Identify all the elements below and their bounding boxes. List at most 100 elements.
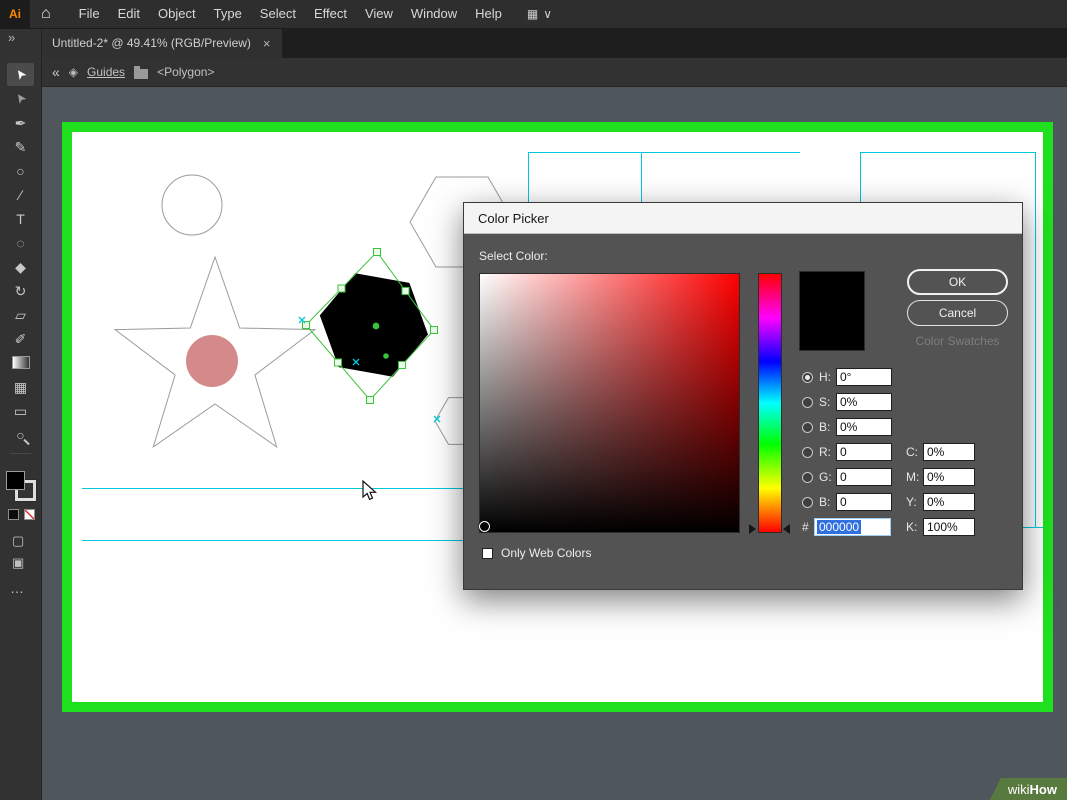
back-arrow-icon[interactable]: «: [52, 64, 60, 80]
radio-s[interactable]: [802, 396, 813, 408]
field-row-s: S:: [802, 392, 892, 412]
workspace-grid-icon: ▦: [526, 7, 539, 21]
menu-view[interactable]: View: [356, 0, 402, 28]
ellipse-tool[interactable]: ○: [7, 159, 34, 182]
cancel-button[interactable]: Cancel: [907, 300, 1008, 326]
input-k[interactable]: [923, 518, 975, 536]
color-swatches-button[interactable]: Color Swatches: [907, 334, 1008, 348]
label-h: H:: [819, 370, 831, 384]
more-tools-icon[interactable]: …: [10, 580, 25, 596]
radio-r[interactable]: [802, 446, 813, 458]
menu-file[interactable]: File: [70, 0, 109, 28]
menu-items: File Edit Object Type Select Effect View…: [70, 0, 511, 28]
only-web-colors-option[interactable]: Only Web Colors: [482, 546, 591, 560]
menu-edit[interactable]: Edit: [109, 0, 149, 28]
layers-icon: ◈: [68, 65, 79, 79]
illustrator-window: Ai ⌂ File Edit Object Type Select Effect…: [0, 0, 1067, 800]
ok-button[interactable]: OK: [907, 269, 1008, 295]
curvature-tool[interactable]: ✎: [7, 135, 34, 158]
field-row-y: Y:: [906, 492, 975, 512]
menu-object[interactable]: Object: [149, 0, 205, 28]
chevron-down-icon: ∨: [543, 7, 553, 21]
color-picker-dialog: Color Picker Select Color: OK Cancel Col…: [463, 202, 1023, 590]
zoom-tool[interactable]: ○: [7, 423, 34, 446]
line-segment-tool[interactable]: ∕: [7, 183, 34, 206]
field-row-g: G:: [802, 467, 892, 487]
group-icon: [134, 65, 149, 79]
pen-tool[interactable]: ✒: [7, 111, 34, 134]
label-g: G:: [819, 470, 832, 484]
input-h[interactable]: [836, 368, 892, 386]
home-icon[interactable]: ⌂: [41, 5, 51, 23]
only-web-colors-label: Only Web Colors: [501, 546, 592, 560]
input-g[interactable]: [836, 468, 892, 486]
label-hex: #: [802, 520, 809, 534]
control-bar: « ◈ Guides <Polygon>: [41, 58, 1067, 87]
eyedropper-tool[interactable]: ✐: [7, 327, 34, 350]
mesh-tool[interactable]: ▦: [7, 375, 34, 398]
type-tool[interactable]: T: [7, 207, 34, 230]
selection-tool[interactable]: ➤: [7, 63, 34, 86]
field-row-m: M:: [906, 467, 975, 487]
input-m[interactable]: [923, 468, 975, 486]
label-k: K:: [906, 520, 918, 534]
workspace-switcher[interactable]: ▦ ∨: [527, 7, 552, 21]
field-row-h: H:: [802, 367, 892, 387]
menu-effect[interactable]: Effect: [305, 0, 356, 28]
polygon-tool[interactable]: ◌: [7, 231, 34, 254]
input-b[interactable]: [836, 418, 892, 436]
eraser-tool[interactable]: ◆: [7, 255, 34, 278]
color-none-swatches: [8, 509, 35, 520]
dialog-title[interactable]: Color Picker: [464, 203, 1022, 234]
direct-selection-tool[interactable]: ➤: [7, 87, 34, 110]
menu-select[interactable]: Select: [251, 0, 305, 28]
fill-stroke-indicator[interactable]: [6, 471, 36, 501]
document-tab[interactable]: Untitled-2* @ 49.41% (RGB/Preview) ×: [41, 28, 282, 58]
tab-close-icon[interactable]: ×: [263, 36, 271, 51]
menu-bar: Ai ⌂ File Edit Object Type Select Effect…: [0, 0, 1067, 29]
none-swatch-mini[interactable]: [24, 509, 35, 520]
gradient-tool[interactable]: [7, 351, 34, 374]
breadcrumb-guides-link[interactable]: Guides: [87, 65, 125, 79]
wikihow-watermark: wiki How: [989, 778, 1067, 800]
toolbar-collapse-icon[interactable]: »: [8, 30, 15, 45]
watermark-how: How: [1029, 781, 1057, 797]
rotate-tool[interactable]: ↻: [7, 279, 34, 302]
radio-h[interactable]: [802, 371, 813, 383]
only-web-colors-checkbox[interactable]: [482, 547, 493, 559]
radio-b2[interactable]: [802, 496, 813, 508]
hex-input[interactable]: 000000: [814, 518, 891, 536]
input-r[interactable]: [836, 443, 892, 461]
color-swatch-mini[interactable]: [8, 509, 19, 520]
input-b2[interactable]: [836, 493, 892, 511]
label-s: S:: [819, 395, 831, 409]
input-c[interactable]: [923, 443, 975, 461]
hue-slider-left-arrow[interactable]: [749, 524, 756, 534]
menu-type[interactable]: Type: [205, 0, 251, 28]
field-row-b: B:: [802, 417, 892, 437]
menu-window[interactable]: Window: [402, 0, 466, 28]
input-s[interactable]: [836, 393, 892, 411]
label-m: M:: [906, 470, 920, 484]
illustrator-app-icon[interactable]: Ai: [0, 0, 30, 28]
field-row-b2: B:: [802, 492, 892, 512]
color-preview-swatch: [799, 271, 865, 351]
hex-selected-text: 000000: [817, 520, 862, 534]
draw-mode-icon[interactable]: ▢: [12, 533, 24, 549]
fill-swatch[interactable]: [6, 471, 25, 490]
field-row-c: C:: [906, 442, 975, 462]
menu-help[interactable]: Help: [466, 0, 511, 28]
radio-g[interactable]: [802, 471, 813, 483]
scale-tool[interactable]: ▱: [7, 303, 34, 326]
screen-mode-icon[interactable]: ▣: [12, 555, 24, 571]
watermark-wiki: wiki: [1007, 781, 1030, 797]
input-y[interactable]: [923, 493, 975, 511]
radio-b[interactable]: [802, 421, 813, 433]
hue-slider-right-arrow[interactable]: [783, 524, 790, 534]
color-field-marker[interactable]: [479, 521, 490, 532]
artboard-tool[interactable]: ▭: [7, 399, 34, 422]
field-row-k: K:: [906, 517, 975, 537]
hue-slider[interactable]: [758, 273, 782, 533]
mouse-cursor: [362, 479, 378, 507]
saturation-brightness-field[interactable]: [479, 273, 740, 533]
